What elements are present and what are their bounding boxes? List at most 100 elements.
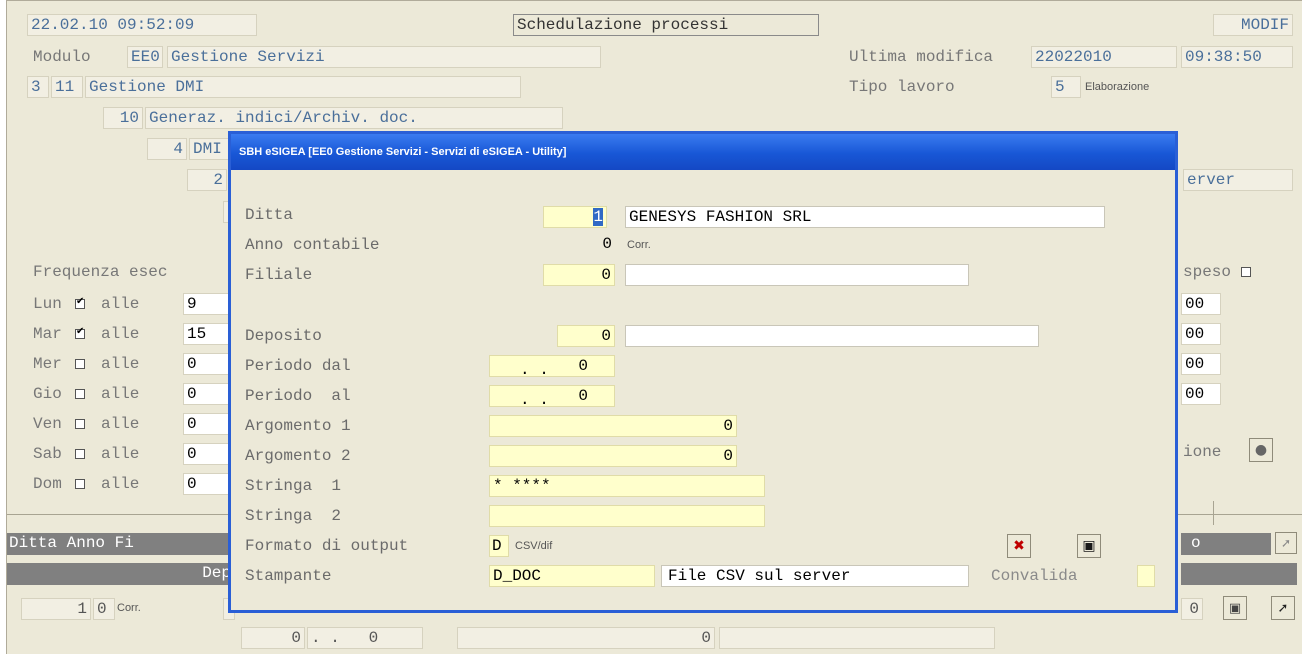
ultima-modifica-date: 22022010 <box>1031 46 1177 68</box>
day-checkbox[interactable] <box>75 359 85 369</box>
grid-header-2: Dep <box>7 563 235 585</box>
day-label: Sab <box>33 445 62 463</box>
day-checkbox[interactable] <box>75 479 85 489</box>
level1-name-field: Gestione DMI <box>85 76 521 98</box>
grid-header: Ditta Anno Fi <box>7 533 235 555</box>
tag-icon: ● <box>1254 442 1268 458</box>
filiale-desc-field <box>625 264 969 286</box>
alle-label: alle <box>101 475 140 493</box>
ultima-modifica-time: 09:38:50 <box>1181 46 1293 68</box>
bottom-field-4[interactable] <box>719 627 995 649</box>
day-checkbox[interactable] <box>75 449 85 459</box>
arg1-field[interactable]: 0 <box>489 415 737 437</box>
ditta-code-field[interactable]: 1 <box>543 206 607 228</box>
day-time-right[interactable]: 00 <box>1181 353 1221 375</box>
arg2-label: Argomento 2 <box>245 447 351 465</box>
ultima-modifica-label: Ultima modifica <box>849 48 994 66</box>
save-button[interactable]: ▣ <box>1077 534 1101 558</box>
bottom-field-2[interactable]: . . 0 <box>307 627 423 649</box>
dialog-title[interactable]: SBH eSIGEA [EE0 Gestione Servizi - Servi… <box>231 134 1175 170</box>
mode-badge: MODIF <box>1213 14 1293 36</box>
server-field-tail: erver <box>1183 169 1293 191</box>
row-right: 0 <box>1181 598 1203 620</box>
arg2-field[interactable]: 0 <box>489 445 737 467</box>
arrow-icon: ➚ <box>1277 600 1289 616</box>
level2-num-field[interactable]: 10 <box>103 107 143 129</box>
row-ditta[interactable]: 1 <box>21 598 91 620</box>
day-checkbox[interactable] <box>75 419 85 429</box>
stampante-desc-field: File CSV sul server <box>661 565 969 587</box>
screen-title: Schedulazione processi <box>513 14 819 36</box>
row-corr: Corr. <box>117 602 141 614</box>
formato-desc: CSV/dif <box>515 540 553 552</box>
bottom-field-3[interactable]: 0 <box>457 627 715 649</box>
cancel-button[interactable]: ✖ <box>1007 534 1031 558</box>
grid-nav-button[interactable]: ➚ <box>1275 532 1297 554</box>
periodo-dal-field[interactable]: . .0 <box>489 355 615 377</box>
datetime-field: 22.02.10 09:52:09 <box>27 14 257 36</box>
periodo-al-field[interactable]: . .0 <box>489 385 615 407</box>
tipo-lavoro-label: Tipo lavoro <box>849 78 955 96</box>
level1-a-field[interactable]: 3 <box>27 76 49 98</box>
day-label: Dom <box>33 475 62 493</box>
modulo-code-field[interactable]: EE0 <box>127 46 163 68</box>
formato-code-field[interactable]: D <box>489 535 509 557</box>
action-icon-button[interactable]: ● <box>1249 438 1273 462</box>
anno-corr: Corr. <box>627 239 651 251</box>
sospeso-label: speso <box>1183 262 1251 282</box>
level1-b-field[interactable]: 11 <box>51 76 83 98</box>
level4-num-field[interactable]: 2 <box>187 169 227 191</box>
str2-label: Stringa 2 <box>245 507 342 525</box>
level3-num-field[interactable]: 4 <box>147 138 187 160</box>
deposito-label: Deposito <box>245 327 322 345</box>
tipo-lavoro-code[interactable]: 5 <box>1051 76 1081 98</box>
filiale-label: Filiale <box>245 266 313 284</box>
str2-field[interactable] <box>489 505 765 527</box>
close-icon: ✖ <box>1013 538 1025 554</box>
day-time-right[interactable]: 00 <box>1181 293 1221 315</box>
stampante-field[interactable]: D_DOC <box>489 565 655 587</box>
formato-label: Formato di output <box>245 537 409 555</box>
anno-value[interactable]: 0 <box>591 234 615 256</box>
gift-icon: ▣ <box>1228 600 1242 616</box>
sospeso-checkbox[interactable] <box>1240 266 1251 277</box>
alle-label: alle <box>101 355 140 373</box>
day-time-right[interactable]: 00 <box>1181 323 1221 345</box>
str1-label: Stringa 1 <box>245 477 342 495</box>
separator-tick <box>1213 501 1214 525</box>
deposito-field[interactable]: 0 <box>557 325 615 347</box>
day-label: Ven <box>33 415 62 433</box>
periodo-al-label: Periodo al <box>245 387 351 405</box>
day-checkbox[interactable] <box>75 296 85 309</box>
row-arrow-button[interactable]: ➚ <box>1271 596 1295 620</box>
ditta-name-field: GENESYS FASHION SRL <box>625 206 1105 228</box>
modulo-name-field: Gestione Servizi <box>167 46 601 68</box>
alle-label: alle <box>101 415 140 433</box>
day-label: Gio <box>33 385 62 403</box>
str1-field[interactable]: * **** <box>489 475 765 497</box>
ditta-label: Ditta <box>245 206 294 224</box>
deposito-desc-field <box>625 325 1039 347</box>
day-label: Mer <box>33 355 62 373</box>
frequenza-label: Frequenza esec <box>33 263 168 281</box>
tipo-lavoro-desc: Elaborazione <box>1085 81 1150 93</box>
arrow-icon: ➚ <box>1280 536 1292 550</box>
day-time-right[interactable]: 00 <box>1181 383 1221 405</box>
alle-label: alle <box>101 445 140 463</box>
convalida-field[interactable] <box>1137 565 1155 587</box>
save-icon: ▣ <box>1082 538 1096 554</box>
level2-name-field: Generaz. indici/Archiv. doc. <box>145 107 563 129</box>
periodo-dal-label: Periodo dal <box>245 357 351 375</box>
day-label: Lun <box>33 295 62 313</box>
filiale-field[interactable]: 0 <box>543 264 615 286</box>
grid-header-right: o <box>1181 533 1271 555</box>
row-anno[interactable]: 0 <box>93 598 115 620</box>
day-checkbox[interactable] <box>75 326 85 339</box>
alle-label: alle <box>101 385 140 403</box>
dialog-window: SBH eSIGEA [EE0 Gestione Servizi - Servi… <box>228 131 1178 613</box>
bottom-field-1[interactable]: 0 <box>241 627 305 649</box>
row-gift-button[interactable]: ▣ <box>1223 596 1247 620</box>
alle-label: alle <box>101 325 140 343</box>
alle-label: alle <box>101 295 140 313</box>
day-checkbox[interactable] <box>75 389 85 399</box>
